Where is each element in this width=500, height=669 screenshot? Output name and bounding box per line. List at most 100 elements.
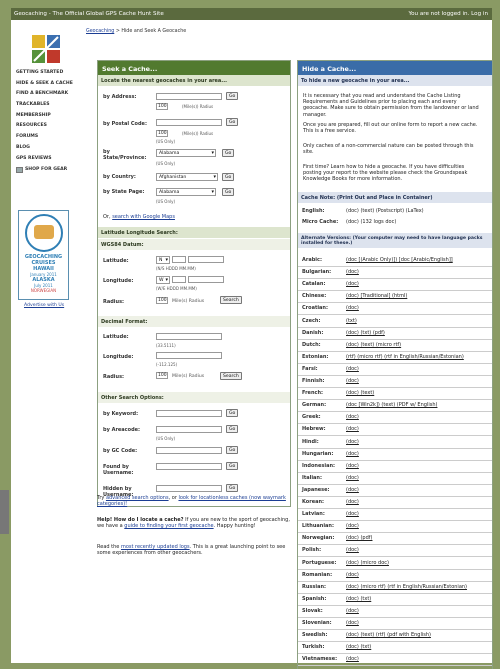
language-links[interactable]: (doc) (346, 305, 359, 311)
go-button[interactable]: Go (226, 118, 239, 126)
language-links[interactable]: (doc) (346, 281, 359, 287)
go-button[interactable]: Go (226, 446, 239, 454)
language-links[interactable]: (doc) (346, 378, 359, 384)
language-label: Danish: (302, 329, 324, 336)
language-links[interactable]: (doc) (346, 487, 359, 493)
go-button[interactable]: Go (222, 188, 235, 196)
wgs-radius-input[interactable]: 100 (156, 297, 168, 304)
breadcrumb-root[interactable]: Geocaching (86, 29, 114, 34)
go-button[interactable]: Go (222, 173, 235, 181)
nav-item-resources[interactable]: RESOURCES (15, 121, 77, 132)
gc-code-input[interactable] (156, 447, 222, 454)
geocaching-logo-icon[interactable] (31, 34, 61, 64)
language-links[interactable]: (doc) (346, 366, 359, 372)
login-status[interactable]: You are not logged in. Log in (408, 11, 488, 17)
postal-input[interactable] (156, 119, 222, 126)
row-divider (298, 544, 492, 546)
country-select[interactable]: Afghanistan (156, 173, 218, 181)
advertise-link[interactable]: Advertise with Us (24, 303, 64, 308)
lat-dir-select[interactable]: N (156, 256, 170, 264)
row-divider (298, 435, 492, 437)
language-links[interactable]: (doc) (txt) (346, 644, 371, 650)
language-links[interactable]: (rtf) (micro rtf) (rtf in English/Russia… (346, 354, 464, 360)
language-links[interactable]: (doc) (346, 414, 359, 420)
language-links[interactable]: (doc) (346, 451, 359, 457)
recent-logs-link[interactable]: most recently updated logs (121, 544, 190, 550)
dec-lon-input[interactable] (156, 352, 222, 359)
language-links[interactable]: (doc [(Arabic Only)]) [doc [Arabic/Engli… (346, 257, 453, 263)
row-divider (298, 423, 492, 425)
go-button[interactable]: Go (222, 149, 235, 157)
go-button[interactable]: Go (226, 462, 239, 470)
state-select[interactable]: Alabama (156, 149, 216, 157)
wgs-search-button[interactable]: Search (220, 296, 242, 304)
language-links[interactable]: (doc) (346, 463, 359, 469)
dec-radius-input[interactable]: 100 (156, 372, 168, 379)
address-input[interactable] (156, 93, 222, 100)
go-button[interactable]: Go (226, 92, 239, 100)
state-page-select[interactable]: Alabama (156, 188, 216, 196)
feedback-tab[interactable]: feedback (0, 490, 9, 534)
address-radius-input[interactable]: 100 (156, 103, 168, 110)
language-links[interactable]: (doc) (micro doc) (346, 560, 389, 566)
nav-item-blog[interactable]: BLOG (15, 143, 77, 154)
lat-min-input[interactable] (188, 256, 224, 263)
micro-links[interactable]: (doc) (132 logs doc) (346, 219, 396, 225)
nav-item-gps-reviews[interactable]: GPS REVIEWS (15, 154, 77, 165)
language-links[interactable]: (doc) (346, 499, 359, 505)
first-geocache-link[interactable]: guide to finding your first geocache (124, 523, 213, 529)
language-links[interactable]: (doc) (346, 572, 359, 578)
cruise-ad[interactable]: GEOCACHING CRUISES HAWAII January 2011 A… (18, 210, 69, 300)
nav-item-hide-seek[interactable]: HIDE & SEEK A CACHE (15, 79, 77, 90)
language-links[interactable]: (doc) (text) (micro rtf) (346, 342, 401, 348)
nav-item-benchmark[interactable]: FIND A BENCHMARK (15, 89, 77, 100)
language-links[interactable]: (doc) (346, 511, 359, 517)
go-button[interactable]: Go (226, 425, 239, 433)
language-links[interactable]: (doc) (346, 426, 359, 432)
google-maps-link[interactable]: search with Google Maps (112, 214, 175, 220)
postal-radius-input[interactable]: 100 (156, 130, 168, 137)
lon-deg-input[interactable] (172, 276, 186, 283)
language-links[interactable]: (doc) (346, 620, 359, 626)
go-button[interactable]: Go (226, 409, 239, 417)
language-links[interactable]: (doc) (text) (346, 390, 374, 396)
language-links[interactable]: (doc) (346, 269, 359, 275)
language-links[interactable]: (doc [Win2k]) (text) (PDF w/ English) (346, 402, 437, 408)
language-label: Farsi: (302, 365, 318, 372)
nav-item-membership[interactable]: MEMBERSHIP (15, 111, 77, 122)
keyword-input[interactable] (156, 410, 222, 417)
row-divider (298, 399, 492, 401)
found-by-input[interactable] (156, 463, 222, 470)
language-links[interactable]: (doc) (346, 656, 359, 662)
hidden-by-input[interactable] (156, 485, 222, 492)
dec-lat-input[interactable] (156, 333, 222, 340)
english-links[interactable]: (doc) (text) (Postscript) (LaTex) (346, 208, 424, 214)
go-button[interactable]: Go (226, 484, 239, 492)
nav-item-trackables[interactable]: TRACKABLES (15, 100, 77, 111)
language-links[interactable]: (doc) (micro rtf) (rtf in English/Russia… (346, 584, 467, 590)
lon-min-input[interactable] (188, 276, 224, 283)
lon-dir-select[interactable]: W (156, 276, 170, 284)
cache-note-heading: Cache Note: (Print Out and Place in Cont… (298, 192, 492, 203)
advanced-search-link[interactable]: advanced search options (106, 495, 169, 501)
language-links[interactable]: (doc) (346, 608, 359, 614)
nav-item-forums[interactable]: FORUMS (15, 132, 77, 143)
language-links[interactable]: (doc) (346, 475, 359, 481)
language-links[interactable]: (txt) (346, 318, 357, 324)
language-links[interactable]: (doc) (text) (rtf) (pdf with English) (346, 632, 431, 638)
language-links[interactable]: (doc) (pdf) (346, 535, 372, 541)
language-links[interactable]: (doc) (txt) (346, 596, 371, 602)
language-links[interactable]: (doc) [Traditional] (html) (346, 293, 407, 299)
language-links[interactable]: (doc) (346, 523, 359, 529)
dec-search-button[interactable]: Search (220, 372, 242, 380)
hide-title: Hide a Cache... (298, 61, 492, 75)
areacode-input[interactable] (156, 426, 222, 433)
lat-deg-input[interactable] (172, 256, 186, 263)
language-links[interactable]: (doc) (txt) (pdf) (346, 330, 385, 336)
nav-item-getting-started[interactable]: GETTING STARTED (15, 68, 77, 79)
language-label: Russian: (302, 583, 327, 590)
nav-item-shop[interactable]: SHOP FOR GEAR (15, 164, 77, 175)
help-text: Help! How do I locate a cache? If you ar… (97, 517, 290, 530)
language-links[interactable]: (doc) (346, 547, 359, 553)
language-links[interactable]: (doc) (346, 439, 359, 445)
